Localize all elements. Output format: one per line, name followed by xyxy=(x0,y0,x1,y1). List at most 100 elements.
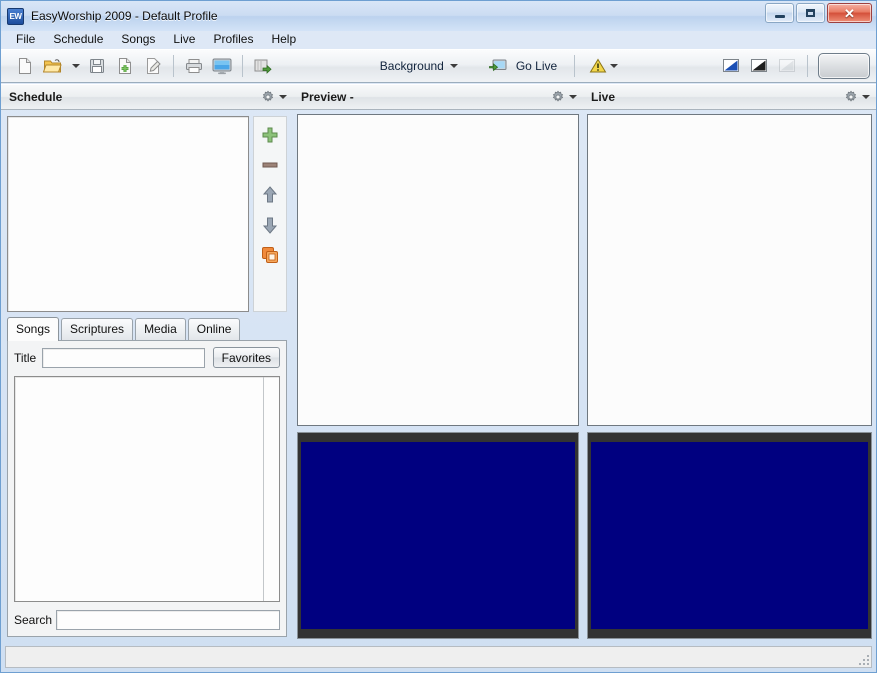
toolbar-separator-3 xyxy=(574,55,576,77)
open-dropdown-button[interactable] xyxy=(67,52,83,80)
new-document-icon xyxy=(19,58,31,74)
song-results-list[interactable] xyxy=(14,376,280,602)
preview-slide-list[interactable] xyxy=(297,114,579,426)
close-icon: ✕ xyxy=(844,5,855,21)
menu-item-songs[interactable]: Songs xyxy=(112,30,164,48)
save-button[interactable] xyxy=(83,52,111,80)
main-toolbar: Background Go Live xyxy=(1,49,876,83)
status-bar xyxy=(1,643,876,672)
preview-panel: Preview - xyxy=(293,84,583,643)
schedule-list[interactable] xyxy=(7,116,249,312)
schedule-top-area xyxy=(1,110,293,314)
blue-slide-icon xyxy=(723,59,739,72)
open-folder-icon xyxy=(43,59,62,73)
go-live-label: Go Live xyxy=(515,59,558,73)
printer-icon xyxy=(186,59,202,73)
view-black-button[interactable] xyxy=(745,52,773,80)
clear-slide-icon xyxy=(779,59,795,72)
status-bar-inner xyxy=(5,646,872,668)
gear-icon xyxy=(262,90,274,102)
open-folder-button[interactable] xyxy=(39,52,67,80)
edit-button[interactable] xyxy=(139,52,167,80)
title-label: Title xyxy=(14,350,37,365)
preview-stack xyxy=(293,110,583,643)
tab-online[interactable]: Online xyxy=(187,318,241,340)
live-menu-caret-icon[interactable] xyxy=(862,95,870,99)
warning-triangle-icon xyxy=(589,58,607,73)
menu-item-help[interactable]: Help xyxy=(262,30,305,48)
menu-item-schedule[interactable]: Schedule xyxy=(44,30,112,48)
edit-pencil-icon xyxy=(147,58,161,74)
menu-item-profiles[interactable]: Profiles xyxy=(204,30,262,48)
schedule-panel-header: Schedule xyxy=(1,84,293,110)
ew-app-icon: EW xyxy=(7,7,24,25)
title-bar: EW EasyWorship 2009 - Default Profile ✕ xyxy=(1,1,876,31)
schedule-tool-strip xyxy=(253,116,287,312)
search-row: Search xyxy=(14,610,280,630)
live-slide-list[interactable] xyxy=(587,114,872,426)
minimize-button[interactable] xyxy=(765,3,794,23)
schedule-menu-caret-icon[interactable] xyxy=(279,95,287,99)
remove-schedule-item-button[interactable] xyxy=(258,155,282,175)
toolbar-separator-1 xyxy=(173,55,174,77)
new-document-button[interactable] xyxy=(11,52,39,80)
preview-panel-header: Preview - xyxy=(293,84,583,110)
add-item-button[interactable] xyxy=(111,52,139,80)
alerts-button[interactable] xyxy=(581,52,625,80)
live-slide-content xyxy=(591,442,868,629)
plus-icon xyxy=(262,127,278,143)
go-live-button[interactable]: Go Live xyxy=(481,52,568,80)
live-panel-title: Live xyxy=(591,90,616,104)
move-item-down-button[interactable] xyxy=(258,215,282,235)
window-title: EasyWorship 2009 - Default Profile xyxy=(31,9,218,23)
tab-songs[interactable]: Songs xyxy=(7,317,60,341)
resize-grip-icon[interactable] xyxy=(857,653,869,665)
background-button[interactable]: Background xyxy=(369,52,465,80)
view-blue-button[interactable] xyxy=(717,52,745,80)
schedule-gear-button[interactable] xyxy=(261,90,275,104)
live-panel-header: Live xyxy=(583,84,876,110)
preview-slide-display[interactable] xyxy=(297,432,579,639)
menu-bar: File Schedule Songs Live Profiles Help xyxy=(1,29,876,48)
maximize-icon xyxy=(806,9,815,17)
preview-menu-caret-icon[interactable] xyxy=(569,95,577,99)
minus-icon xyxy=(262,162,278,168)
main-content: Schedule Songs Scriptures Media Online T… xyxy=(1,84,876,643)
live-slide-display[interactable] xyxy=(587,432,872,639)
copy-icon xyxy=(262,247,278,263)
schedule-panel-body: Songs Scriptures Media Online Title Favo… xyxy=(1,110,293,643)
live-panel: Live xyxy=(583,84,876,643)
document-add-icon xyxy=(119,58,131,74)
logo-button[interactable] xyxy=(818,53,870,79)
tab-scriptures[interactable]: Scriptures xyxy=(61,318,134,340)
duplicate-item-button[interactable] xyxy=(258,245,282,265)
favorites-button[interactable]: Favorites xyxy=(212,347,280,368)
add-schedule-item-button[interactable] xyxy=(258,125,282,145)
go-live-screen-icon xyxy=(488,59,507,72)
preview-slide-content xyxy=(301,442,575,629)
monitor-icon xyxy=(212,58,232,75)
title-input[interactable] xyxy=(41,347,205,368)
preview-panel-title: Preview - xyxy=(301,90,354,104)
print-button[interactable] xyxy=(180,52,208,80)
tab-media[interactable]: Media xyxy=(135,318,186,340)
menu-item-live[interactable]: Live xyxy=(164,30,204,48)
close-button[interactable]: ✕ xyxy=(827,3,872,23)
menu-item-file[interactable]: File xyxy=(7,30,44,48)
search-input[interactable] xyxy=(56,610,280,630)
black-slide-icon xyxy=(751,59,767,72)
view-clear-button[interactable] xyxy=(773,52,801,80)
maximize-button[interactable] xyxy=(796,3,825,23)
chevron-down-icon xyxy=(72,64,80,68)
move-item-up-button[interactable] xyxy=(258,185,282,205)
song-list-column-separator xyxy=(263,377,264,601)
chevron-down-icon xyxy=(610,64,619,68)
preview-gear-button[interactable] xyxy=(551,90,565,104)
toolbar-separator-2 xyxy=(242,55,243,77)
export-button[interactable] xyxy=(249,52,277,80)
title-search-row: Title Favorites xyxy=(14,347,280,368)
songs-tab-panel: Title Favorites Search xyxy=(7,340,287,637)
chevron-down-icon xyxy=(449,64,458,68)
live-gear-button[interactable] xyxy=(844,90,858,104)
display-button[interactable] xyxy=(208,52,236,80)
